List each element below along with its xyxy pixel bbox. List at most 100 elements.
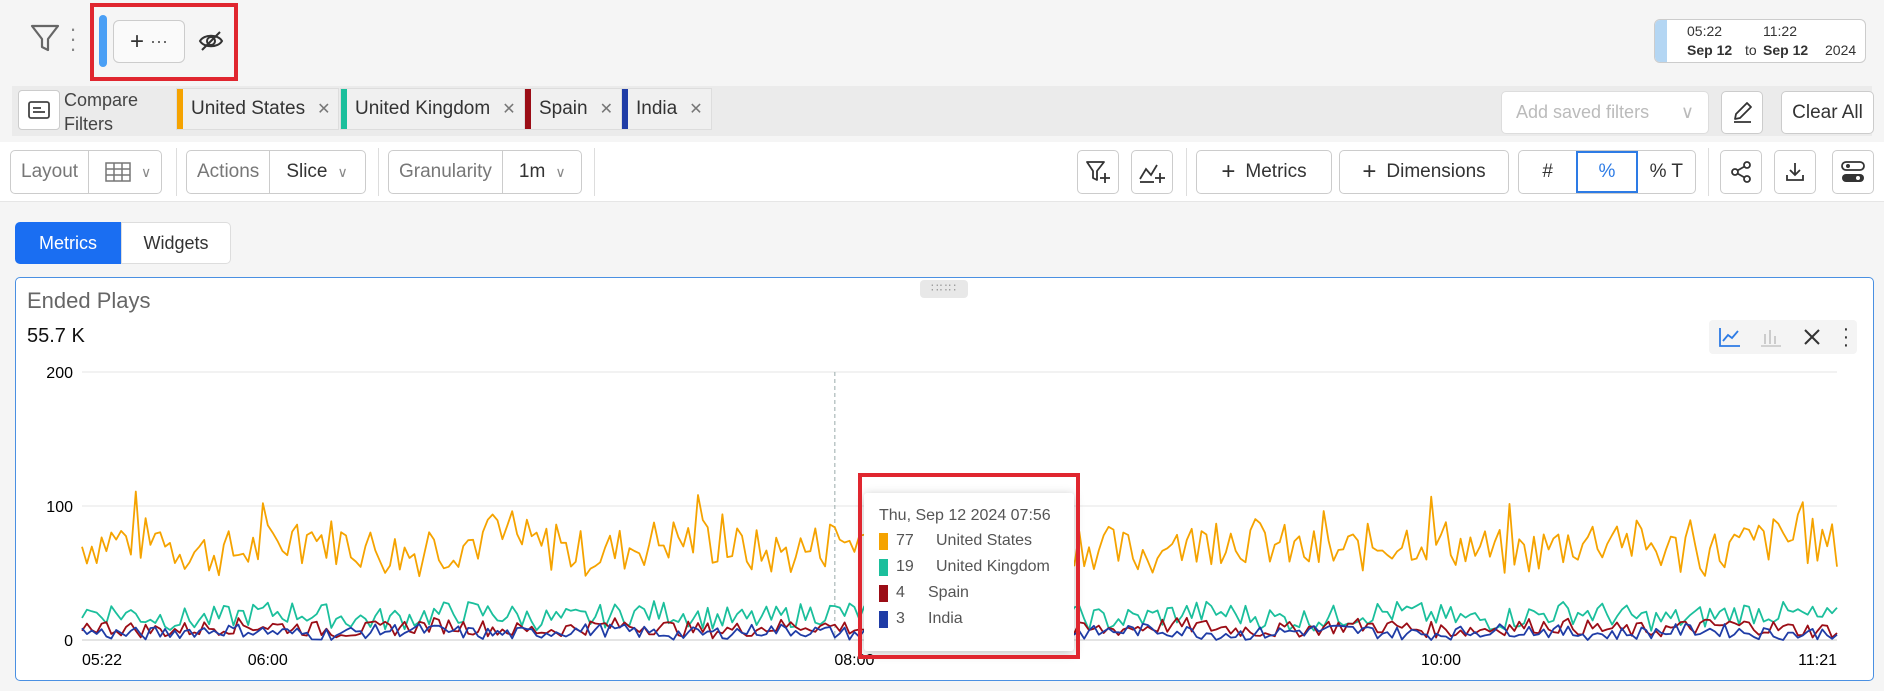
panel-total-value: 55.7 K: [27, 325, 85, 347]
panel-menu-kebab-icon[interactable]: · · ·: [1832, 319, 1860, 355]
tab-metrics[interactable]: Metrics: [15, 222, 121, 264]
pencil-icon: [1734, 102, 1752, 123]
toolbar-divider: [594, 148, 595, 196]
tab-widgets[interactable]: Widgets: [121, 222, 231, 264]
funnel-plus-icon: [1086, 161, 1110, 183]
chevron-down-icon: ∨: [1680, 102, 1694, 122]
tooltip-value: 77: [896, 532, 914, 549]
close-icon[interactable]: [1794, 320, 1830, 354]
y-tick-label: 100: [46, 499, 73, 516]
compare-list-icon: [28, 101, 50, 119]
filter-chip-india[interactable]: India ✕: [621, 88, 712, 130]
tooltip-row: 77 United States: [879, 532, 1032, 550]
percent-total-mode-button[interactable]: % T: [1638, 151, 1695, 193]
saved-filters-select[interactable]: Add saved filters ∨: [1501, 91, 1709, 134]
filter-chip-spain[interactable]: Spain ✕: [524, 88, 623, 130]
count-mode-button[interactable]: #: [1519, 151, 1576, 193]
y-tick-label: 0: [64, 633, 73, 650]
eye-off-icon[interactable]: [197, 28, 225, 54]
line-chart-icon[interactable]: [1712, 320, 1748, 354]
dimensions-button-label: Dimensions: [1386, 161, 1486, 182]
compare-filters-toggle-button[interactable]: [18, 90, 60, 130]
tooltip-title: Thu, Sep 12 2024 07:56: [879, 507, 1051, 524]
tooltip-label: United Kingdom: [936, 558, 1050, 575]
value-mode-toggle: # % % T: [1518, 150, 1696, 194]
x-tick-label: 11:21: [1798, 652, 1837, 669]
toolbar-divider: [378, 148, 379, 196]
date-year: 2024: [1825, 42, 1857, 58]
start-time: 05:22: [1687, 23, 1723, 39]
top-bar: [0, 0, 1884, 86]
date-range-to: to: [1745, 42, 1757, 58]
chip-label: Spain: [539, 98, 588, 119]
toolbar-divider: [176, 148, 177, 196]
tooltip-value: 3: [896, 610, 905, 627]
compare-filters-label: Compare Filters: [64, 90, 139, 134]
granularity-label: Granularity: [389, 151, 503, 193]
tooltip-label: Spain: [928, 584, 969, 601]
chip-label: United States: [191, 98, 306, 119]
percent-mode-button[interactable]: %: [1576, 151, 1638, 193]
granularity-select[interactable]: Granularity 1m ∨: [388, 150, 582, 194]
close-icon[interactable]: ✕: [502, 99, 515, 119]
start-date: Sep 12: [1687, 42, 1733, 58]
x-tick-label: 05:22: [82, 652, 122, 669]
tooltip-row: 4 Spain: [879, 584, 969, 602]
plus-icon: +: [1221, 158, 1236, 185]
x-tick-label: 08:00: [834, 652, 874, 669]
drag-handle[interactable]: ∷∷∷: [920, 280, 968, 298]
actions-label: Actions: [187, 151, 271, 193]
end-time: 11:22: [1763, 23, 1797, 39]
share-button[interactable]: [1720, 150, 1762, 194]
date-range-picker[interactable]: 05:22 Sep 12 to 11:22 Sep 12 2024: [1654, 19, 1866, 63]
close-icon[interactable]: ✕: [689, 99, 702, 119]
legend-swatch: [879, 584, 888, 602]
granularity-value: 1m: [518, 161, 546, 182]
tooltip-row: 19 United Kingdom: [879, 558, 1050, 576]
filter-menu-kebab-icon[interactable]: · · ·: [69, 18, 77, 60]
add-metrics-button[interactable]: + Metrics: [1196, 150, 1332, 194]
plus-icon: +: [1362, 158, 1377, 185]
bar-chart-icon[interactable]: [1753, 320, 1789, 354]
edit-filters-button[interactable]: [1721, 91, 1763, 134]
close-icon[interactable]: ✕: [317, 99, 330, 119]
funnel-icon[interactable]: [30, 22, 60, 54]
chart-plus-icon: [1139, 164, 1165, 183]
close-icon[interactable]: ✕: [600, 99, 613, 119]
toolbar-divider: [1708, 148, 1709, 196]
tooltip-row: 3 India: [879, 610, 963, 628]
toolbar-divider: [1186, 148, 1187, 196]
add-filter-funnel-button[interactable]: [1077, 150, 1119, 194]
add-dimensions-button[interactable]: + Dimensions: [1339, 150, 1509, 194]
filter-chip-united-kingdom[interactable]: United Kingdom ✕: [340, 88, 525, 130]
layout-select[interactable]: Layout ∨: [10, 150, 162, 194]
grid-layout-icon: [105, 162, 131, 182]
chevron-down-icon: ∨: [337, 163, 348, 180]
download-button[interactable]: [1774, 150, 1816, 194]
saved-filters-placeholder: Add saved filters: [1516, 102, 1650, 122]
settings-toggle-button[interactable]: [1832, 150, 1874, 194]
tooltip-value: 19: [896, 558, 914, 575]
filter-group-indicator: [99, 15, 107, 67]
filter-chip-united-states[interactable]: United States ✕: [176, 88, 340, 130]
x-tick-label: 10:00: [1421, 652, 1461, 669]
actions-select[interactable]: Actions Slice ∨: [186, 150, 366, 194]
date-range-accent: [1655, 20, 1667, 62]
panel-title: Ended Plays: [27, 288, 151, 313]
tooltip-label: United States: [936, 532, 1033, 549]
plus-icon: +: [130, 27, 145, 55]
share-icon: [1731, 161, 1751, 183]
actions-value: Slice: [286, 161, 328, 182]
clear-all-button[interactable]: Clear All: [1781, 91, 1874, 134]
chevron-down-icon: ∨: [141, 163, 152, 180]
chip-label: India: [636, 98, 678, 119]
add-filter-button[interactable]: + ···: [113, 20, 185, 63]
chip-color-bar: [341, 89, 347, 129]
chip-label: United Kingdom: [355, 98, 491, 119]
legend-swatch: [879, 610, 888, 628]
tooltip-label: India: [928, 610, 963, 627]
chart-tooltip: Thu, Sep 12 2024 07:56 77 United States …: [864, 493, 1074, 651]
y-tick-label: 200: [46, 365, 73, 382]
chevron-down-icon: ∨: [555, 163, 566, 180]
add-annotation-button[interactable]: [1131, 150, 1173, 194]
